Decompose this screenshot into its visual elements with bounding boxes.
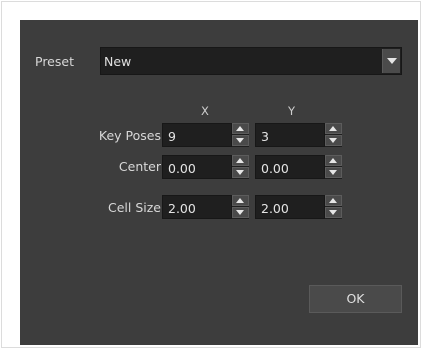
screenshot-frame: Preset New X Y Key Poses 9 3 Center 0.00 — [1, 1, 421, 348]
spin-down-button[interactable] — [325, 207, 342, 218]
spin-down-icon — [236, 138, 244, 143]
spin-down-button[interactable] — [232, 167, 249, 178]
cell-size-label: Cell Size — [108, 200, 161, 215]
spin-down-button[interactable] — [232, 207, 249, 218]
spin-up-icon — [236, 198, 244, 203]
spin-down-icon — [236, 170, 244, 175]
cell-size-x-field[interactable]: 2.00 — [162, 195, 232, 219]
cell-size-x-value: 2.00 — [168, 201, 196, 216]
spin-up-icon — [329, 158, 337, 163]
cell-size-x-spinner[interactable] — [232, 195, 249, 219]
spin-up-button[interactable] — [325, 123, 342, 134]
spin-up-button[interactable] — [232, 123, 249, 134]
center-x-value: 0.00 — [168, 161, 196, 176]
preset-dropdown[interactable]: New — [100, 47, 402, 75]
spin-down-button[interactable] — [232, 135, 249, 146]
spin-up-button[interactable] — [325, 155, 342, 166]
center-x-field[interactable]: 0.00 — [162, 155, 232, 179]
cell-size-y-spinner[interactable] — [325, 195, 342, 219]
spin-down-icon — [329, 170, 337, 175]
key-poses-x-field[interactable]: 9 — [162, 123, 232, 147]
key-poses-y-field[interactable]: 3 — [255, 123, 325, 147]
column-header-x: X — [201, 104, 209, 118]
cell-size-y-field[interactable]: 2.00 — [255, 195, 325, 219]
key-poses-label: Key Poses — [98, 128, 161, 143]
preset-value: New — [104, 54, 132, 69]
preset-label: Preset — [35, 54, 74, 69]
key-poses-y-spinner[interactable] — [325, 123, 342, 147]
dropdown-button[interactable] — [382, 49, 400, 73]
column-header-y: Y — [288, 104, 296, 118]
key-poses-y-value: 3 — [261, 129, 269, 144]
spin-up-icon — [329, 198, 337, 203]
spin-down-button[interactable] — [325, 135, 342, 146]
spin-up-icon — [236, 126, 244, 131]
spin-down-button[interactable] — [325, 167, 342, 178]
spin-down-icon — [329, 210, 337, 215]
key-poses-x-value: 9 — [168, 129, 176, 144]
spin-down-icon — [329, 138, 337, 143]
ok-button[interactable]: OK — [309, 285, 402, 313]
spin-up-button[interactable] — [232, 155, 249, 166]
key-poses-x-spinner[interactable] — [232, 123, 249, 147]
center-x-spinner[interactable] — [232, 155, 249, 179]
cell-size-y-value: 2.00 — [261, 201, 289, 216]
center-label: Center — [118, 159, 161, 174]
center-y-value: 0.00 — [261, 161, 289, 176]
center-y-spinner[interactable] — [325, 155, 342, 179]
center-y-field[interactable]: 0.00 — [255, 155, 325, 179]
spin-up-icon — [329, 126, 337, 131]
spin-up-button[interactable] — [232, 195, 249, 206]
spin-up-icon — [236, 158, 244, 163]
dialog: Preset New X Y Key Poses 9 3 Center 0.00 — [20, 20, 418, 345]
spin-down-icon — [236, 210, 244, 215]
spin-up-button[interactable] — [325, 195, 342, 206]
chevron-down-icon — [387, 58, 397, 64]
